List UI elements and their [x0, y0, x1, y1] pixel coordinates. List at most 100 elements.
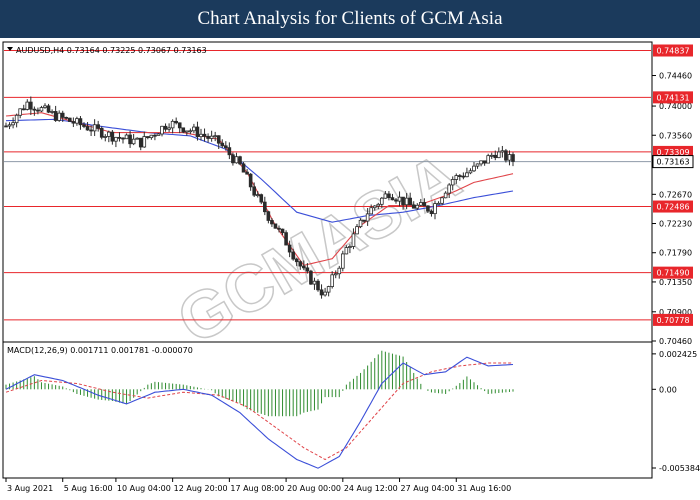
candle-body — [36, 109, 40, 112]
candle-body — [4, 125, 8, 128]
candle-body — [348, 246, 352, 248]
candle-body — [114, 136, 118, 142]
candle-body — [436, 202, 441, 205]
candle-body — [202, 133, 207, 137]
candle-body — [280, 228, 285, 234]
time-tick-label: 27 Aug 04:00 — [401, 484, 455, 493]
level-label: 0.70778 — [656, 316, 689, 325]
candle-body — [511, 154, 515, 162]
candle-body — [192, 126, 196, 132]
candle-body — [82, 124, 86, 127]
candle-body — [50, 111, 54, 113]
candle-body — [131, 138, 136, 145]
candle-body — [11, 122, 15, 126]
candle-body — [29, 101, 33, 110]
candle-body — [450, 179, 455, 186]
time-tick-label: 10 Aug 04:00 — [117, 484, 171, 493]
candle-body — [369, 207, 373, 215]
candle-body — [78, 118, 83, 126]
candle-body — [358, 219, 363, 228]
candle-body — [138, 137, 143, 148]
candle-body — [128, 134, 132, 145]
candle-body — [341, 253, 345, 269]
macd-tick-label: 0.002425 — [659, 350, 697, 359]
price-tick-label: 0.71790 — [659, 249, 692, 258]
candle-body — [270, 220, 274, 225]
price-tick-label: 0.73560 — [659, 131, 692, 140]
candle-body — [497, 151, 501, 159]
candle-body — [209, 135, 214, 139]
candle-body — [408, 197, 412, 206]
candle-body — [291, 251, 295, 260]
candle-body — [32, 108, 37, 111]
candle-body — [238, 156, 242, 165]
candle-body — [411, 204, 416, 209]
candle-body — [351, 233, 356, 247]
time-tick-label: 5 Aug 16:00 — [64, 484, 113, 493]
candle-body — [142, 136, 147, 148]
candle-body — [149, 134, 154, 139]
candle-body — [227, 147, 232, 156]
candle-body — [64, 117, 69, 119]
candle-body — [135, 137, 139, 140]
candle-body — [248, 173, 253, 188]
candle-body — [489, 154, 494, 157]
candle-body — [326, 286, 331, 293]
level-label: 0.72486 — [656, 203, 689, 212]
level-label: 0.71490 — [656, 269, 689, 278]
candle-body — [185, 130, 189, 133]
time-tick-label: 17 Aug 08:00 — [230, 484, 284, 493]
candle-body — [390, 197, 395, 201]
candle-body — [429, 210, 434, 215]
macd-tick-label: -0.005384 — [659, 464, 700, 473]
candle-body — [25, 101, 30, 110]
time-tick-label: 24 Aug 12:00 — [344, 484, 398, 493]
candle-body — [383, 193, 388, 199]
candle-body — [454, 175, 459, 180]
candle-body — [355, 226, 359, 235]
candle-body — [156, 133, 161, 136]
candle-body — [224, 145, 228, 149]
candle-body — [96, 124, 100, 129]
candle-body — [199, 133, 203, 138]
candle-body — [60, 112, 65, 118]
candle-body — [305, 267, 310, 272]
price-tick-label: 0.70460 — [659, 337, 692, 346]
candle-body — [85, 126, 90, 131]
candle-body — [241, 163, 246, 173]
price-tick-label: 0.71350 — [659, 278, 692, 287]
time-tick-label: 20 Aug 00:00 — [287, 484, 341, 493]
candle-body — [447, 184, 451, 194]
candle-body — [252, 186, 256, 196]
candle-body — [7, 124, 12, 127]
candle-body — [312, 280, 317, 285]
candle-body — [401, 196, 405, 206]
candle-body — [468, 170, 473, 174]
candle-body — [53, 111, 58, 121]
candle-body — [245, 171, 249, 175]
candle-body — [181, 127, 186, 133]
candle-body — [124, 134, 129, 140]
candle-body — [266, 211, 271, 221]
candle-body — [372, 205, 377, 209]
candle-body — [117, 136, 122, 139]
candle-body — [472, 165, 476, 172]
candle-body — [121, 137, 125, 140]
candle-body — [107, 131, 111, 137]
candle-body — [163, 125, 168, 130]
candle-body — [71, 121, 76, 124]
candle-body — [14, 114, 19, 124]
candle-body — [298, 261, 303, 267]
candle-body — [255, 194, 260, 197]
candle-body — [99, 127, 104, 138]
candle-body — [500, 150, 505, 153]
candle-body — [234, 156, 239, 164]
candle-body — [39, 107, 44, 112]
candle-body — [482, 160, 487, 164]
candle-body — [394, 199, 398, 202]
candle-body — [507, 154, 512, 161]
time-tick-label: 12 Aug 20:00 — [174, 484, 228, 493]
price-tick-label: 0.74460 — [659, 72, 692, 81]
candle-body — [419, 202, 423, 206]
candle-body — [103, 136, 108, 138]
